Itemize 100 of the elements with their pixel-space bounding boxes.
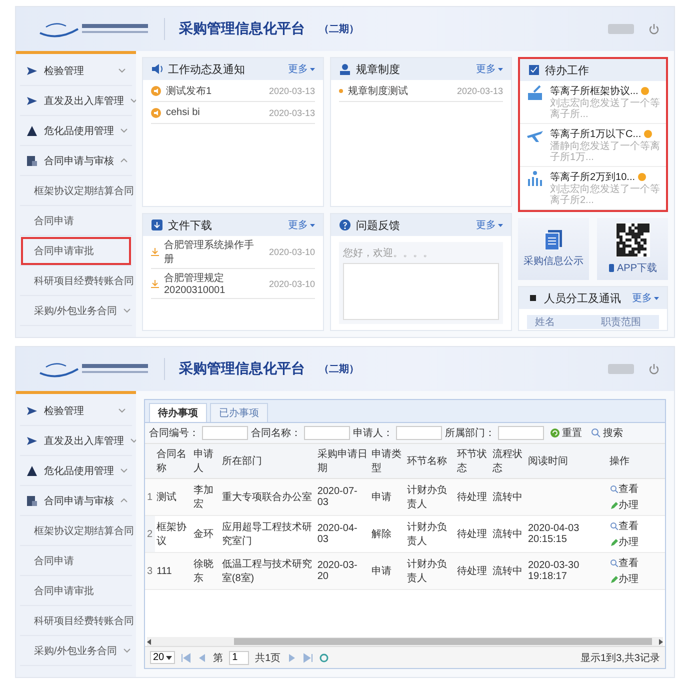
column-header: 所在部门 xyxy=(220,444,316,478)
handle-link[interactable]: 办理 xyxy=(610,535,639,549)
column-header: 环节名称 xyxy=(405,444,455,478)
last-page-icon[interactable] xyxy=(302,652,313,662)
panel-title: 待办工作 xyxy=(545,64,590,78)
sidebar-item-label: 检验管理 xyxy=(44,64,85,78)
next-page-icon[interactable] xyxy=(286,652,297,662)
arrow-icon xyxy=(26,434,38,446)
sidebar-item[interactable]: 合同申请与审核 xyxy=(20,146,132,176)
tab[interactable]: 已办事项 xyxy=(210,403,268,422)
sidebar-item-label: 合同申请与审核 xyxy=(44,154,114,168)
previous-page-icon[interactable] xyxy=(197,652,208,662)
scroll-right-icon[interactable] xyxy=(659,638,663,644)
sidebar-item[interactable]: 危化品使用管理 xyxy=(20,116,132,146)
search-icon xyxy=(591,428,601,438)
sidebar-subitem[interactable]: 合同申请审批 xyxy=(20,576,132,606)
table-cell: 111 xyxy=(154,552,192,590)
table-cell: 2020-03-20 xyxy=(315,552,370,590)
user-badge xyxy=(608,24,634,34)
caret-icon xyxy=(166,656,172,660)
pencil-icon xyxy=(610,501,618,509)
row-number: 2 xyxy=(145,516,155,552)
sidebar-subitem-label: 采购/外包业务合同 xyxy=(34,644,117,658)
tile-label: 采购信息公示 xyxy=(524,254,584,268)
sidebar-subitem[interactable]: 框架协议定期结算合同 xyxy=(20,176,132,206)
sidebar-subitem[interactable]: 合同申请 xyxy=(20,206,132,236)
sidebar-subitem[interactable]: 采购/外包业务合同 xyxy=(20,296,132,326)
table-cell: 申请 xyxy=(370,478,406,516)
sidebar-subitem-label: 合同申请审批 xyxy=(34,244,95,258)
caret-icon xyxy=(498,66,503,72)
sidebar-subitem[interactable]: 科研项目经费转账合同 xyxy=(20,606,132,636)
sidebar-subitem[interactable]: 采购/外包业务合同 xyxy=(20,636,132,666)
refresh-icon[interactable] xyxy=(318,652,329,662)
todo-subtitle: 潘静向您发送了一个等离子所1万... xyxy=(550,141,660,163)
sidebar-item[interactable]: 检验管理 xyxy=(20,56,132,86)
sidebar-subitem[interactable]: 框架协议定期结算合同 xyxy=(20,516,132,546)
caret-icon xyxy=(310,222,315,228)
more-link[interactable]: 更多 xyxy=(476,62,503,76)
sidebar-item[interactable]: 检验管理 xyxy=(20,396,132,426)
panel-title: 工作动态及通知 xyxy=(168,62,246,76)
more-link[interactable]: 更多 xyxy=(476,218,503,232)
filter-input[interactable] xyxy=(396,426,442,440)
power-icon[interactable] xyxy=(648,363,660,375)
scrollbar-thumb[interactable] xyxy=(234,638,652,645)
column-header: 姓名 xyxy=(534,316,556,329)
bar-chart-icon xyxy=(526,170,544,188)
todo-subtitle: 刘志宏向您发送了一个等离子所... xyxy=(550,98,660,120)
todo-item[interactable]: 等离子所1万以下C... 潘静向您发送了一个等离子所1万... xyxy=(520,124,666,167)
handle-link[interactable]: 办理 xyxy=(610,498,639,512)
scroll-left-icon[interactable] xyxy=(147,638,151,644)
edition-label: （二期） xyxy=(319,362,359,376)
view-link[interactable]: 查看 xyxy=(610,482,639,496)
sidebar-subitem[interactable]: 科研项目经费转账合同 xyxy=(20,266,132,296)
file-link[interactable]: 合肥管理系统操作手册 xyxy=(164,238,264,266)
sidebar-subitem-label: 采购/外包业务合同 xyxy=(34,304,117,318)
page-size-select[interactable]: 20 xyxy=(150,651,176,664)
search-icon xyxy=(610,485,618,493)
file-link[interactable]: 合肥管理规定20200310001 xyxy=(164,271,264,296)
platform-title: 采购管理信息化平台 xyxy=(179,360,305,378)
handle-link[interactable]: 办理 xyxy=(610,572,639,586)
todo-item[interactable]: 等离子所框架协议... 刘志宏向您发送了一个等离子所... xyxy=(520,81,666,124)
more-link[interactable]: 更多 xyxy=(288,62,315,76)
reset-button[interactable]: 重置 xyxy=(547,426,585,440)
document-icon xyxy=(26,154,38,166)
panel-title: 规章制度 xyxy=(356,62,401,76)
notice-title[interactable]: 测试发布1 xyxy=(166,84,264,98)
sidebar-item[interactable]: 合同申请与审核 xyxy=(20,486,132,516)
rule-title[interactable]: 规章制度测试 xyxy=(348,84,452,98)
sidebar-item[interactable]: 危化品使用管理 xyxy=(20,456,132,486)
sidebar-subitem-label: 合同申请审批 xyxy=(34,584,95,598)
document-icon xyxy=(26,494,38,506)
more-link[interactable]: 更多 xyxy=(632,291,659,305)
more-link[interactable]: 更多 xyxy=(288,218,315,232)
column-header: 申请人 xyxy=(192,444,220,478)
task-icon xyxy=(528,64,540,76)
page-input[interactable]: 1 xyxy=(229,650,250,664)
view-link[interactable]: 查看 xyxy=(610,519,639,533)
sidebar-subitem[interactable]: 合同申请 xyxy=(20,546,132,576)
arrow-icon xyxy=(26,64,38,76)
notice-title[interactable]: cehsi bi xyxy=(166,107,264,118)
pencil-icon xyxy=(610,575,618,583)
help-icon xyxy=(339,219,351,231)
quick-tile[interactable]: APP下载 xyxy=(597,218,668,280)
filter-input[interactable] xyxy=(498,426,544,440)
tab[interactable]: 待办事项 xyxy=(149,403,207,422)
search-button[interactable]: 搜索 xyxy=(588,426,626,440)
filter-input[interactable] xyxy=(202,426,248,440)
filter-label: 合同编号： xyxy=(149,426,199,440)
sidebar-subitem[interactable]: 合同申请审批 xyxy=(20,236,132,266)
notice-date: 2020-03-13 xyxy=(268,86,315,96)
view-link[interactable]: 查看 xyxy=(610,556,639,570)
quick-tile[interactable]: 采购信息公示 xyxy=(518,218,589,280)
filter-input[interactable] xyxy=(304,426,350,440)
first-page-icon[interactable] xyxy=(181,652,192,662)
power-icon[interactable] xyxy=(648,23,660,35)
todo-item[interactable]: 等离子所2万到10... 刘志宏向您发送了一个等离子所2... xyxy=(520,167,666,210)
column-header: 流程状态 xyxy=(490,444,526,478)
todo-title: 等离子所框架协议... xyxy=(550,84,638,98)
badge-dot xyxy=(644,130,652,138)
feedback-input[interactable] xyxy=(343,263,499,320)
